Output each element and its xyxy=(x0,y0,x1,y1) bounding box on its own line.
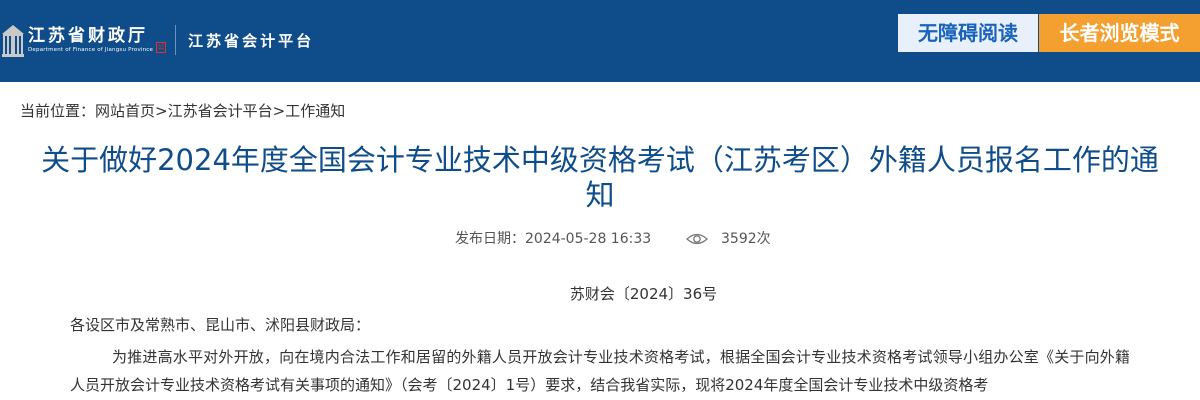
document-number: 苏财会〔2024〕36号 xyxy=(569,285,718,303)
elder-mode-button[interactable]: 长者浏览模式 xyxy=(1039,14,1200,52)
logo-name-en: Department of Finance of Jiangsu Provinc… xyxy=(28,47,154,53)
breadcrumb: 当前位置：网站首页>江苏省会计平台>工作通知 xyxy=(20,101,345,121)
logo-divider xyxy=(175,25,177,55)
breadcrumb-notice-link[interactable]: 工作通知 xyxy=(285,102,345,120)
eye-icon xyxy=(686,233,708,245)
logo-text: 江苏省财政厅 Department of Finance of Jiangsu … xyxy=(28,26,153,54)
platform-name: 江苏省会计平台 xyxy=(188,31,315,50)
breadcrumb-home-link[interactable]: 网站首页 xyxy=(95,102,155,120)
publish-date: 发布日期：2024-05-28 16:33 xyxy=(455,229,651,249)
seal-icon: 公 xyxy=(156,41,167,53)
accessible-reading-button[interactable]: 无障碍阅读 xyxy=(898,14,1038,52)
breadcrumb-prefix: 当前位置： xyxy=(20,102,96,120)
site-header: 江苏省财政厅 Department of Finance of Jiangsu … xyxy=(0,0,1200,82)
site-logo[interactable]: 江苏省财政厅 Department of Finance of Jiangsu … xyxy=(0,20,314,60)
publish-label: 发布日期： xyxy=(455,231,525,247)
breadcrumb-separator: > xyxy=(272,102,286,120)
building-icon xyxy=(2,25,24,57)
article-meta: 发布日期：2024-05-28 16:33 3592次 xyxy=(0,229,1200,249)
breadcrumb-separator: > xyxy=(155,102,168,120)
article-paragraph: 为推进高水平对外开放，向在境内合法工作和居留的外籍人员开放会计专业技术资格考试，… xyxy=(70,348,1130,394)
view-count: 3592次 xyxy=(721,231,771,247)
publish-date-value: 2024-05-28 16:33 xyxy=(525,231,652,247)
logo-name-cn: 江苏省财政厅 xyxy=(28,26,148,46)
breadcrumb-platform-link[interactable]: 江苏省会计平台 xyxy=(168,102,273,120)
salutation: 各设区市及常熟市、昆山市、沭阳县财政局： xyxy=(70,316,371,334)
article-title: 关于做好2024年度全国会计专业技术中级资格考试（江苏考区）外籍人员报名工作的通… xyxy=(41,143,1159,212)
